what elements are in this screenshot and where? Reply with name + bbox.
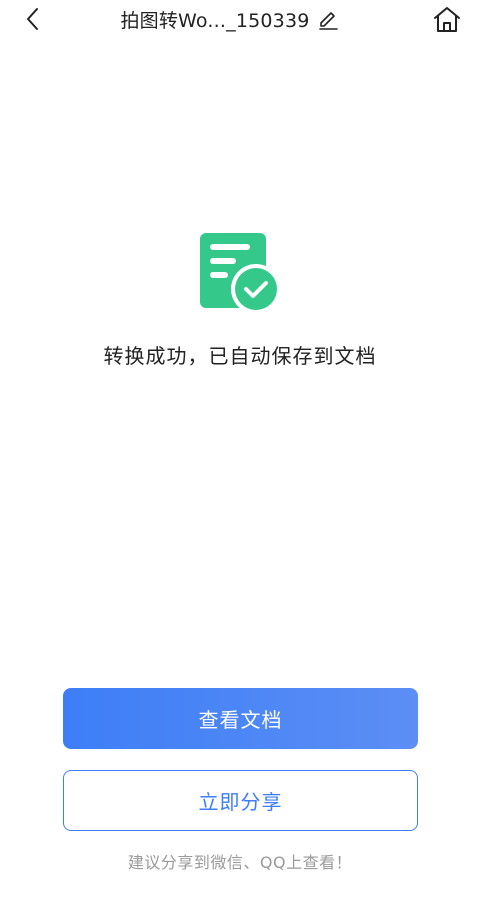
share-now-button[interactable]: 立即分享 bbox=[63, 770, 418, 831]
share-hint: 建议分享到微信、QQ上查看！ bbox=[127, 853, 353, 872]
home-button[interactable] bbox=[430, 2, 464, 36]
page-title: 拍图转Wo..._150339 bbox=[120, 9, 310, 32]
title-bar: 拍图转Wo..._150339 bbox=[100, 4, 360, 34]
top-bar: 拍图转Wo..._150339 bbox=[0, 0, 480, 38]
document-check-icon bbox=[200, 233, 281, 314]
edit-title-button[interactable] bbox=[316, 7, 340, 31]
home-icon bbox=[434, 7, 460, 32]
chevron-left-icon bbox=[27, 8, 38, 30]
back-button[interactable] bbox=[18, 4, 48, 34]
pencil-icon bbox=[318, 12, 338, 30]
view-document-button[interactable]: 查看文档 bbox=[63, 688, 418, 749]
status-message: 转换成功，已自动保存到文档 bbox=[103, 344, 377, 368]
